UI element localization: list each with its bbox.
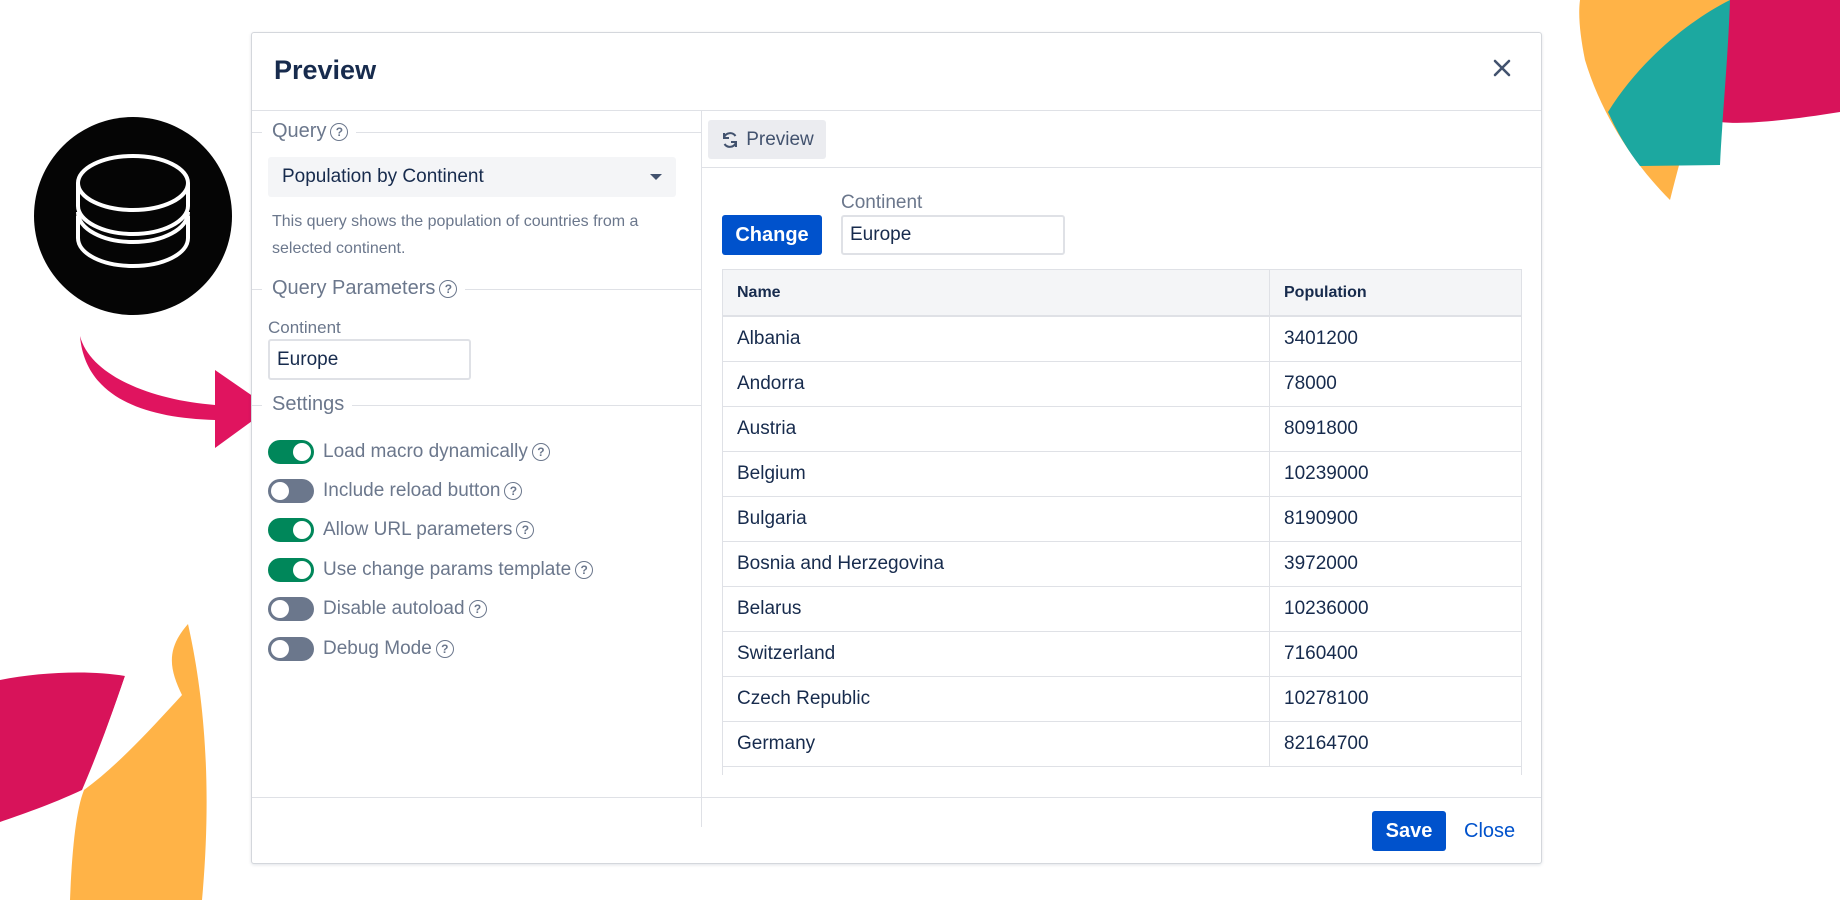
preview-button-label: Preview (746, 128, 814, 150)
cell-population: 10278100 (1269, 676, 1521, 722)
column-header-name[interactable]: Name (723, 270, 1270, 317)
setting-load-macro-dynamically: Load macro dynamically ? (268, 438, 550, 466)
close-icon[interactable] (1489, 55, 1515, 81)
toggle-load-macro-dynamically[interactable] (268, 440, 314, 464)
table-row: Andorra 78000 (723, 361, 1521, 407)
settings-legend-label: Settings (272, 393, 345, 415)
query-parameters-legend-label: Query Parameters (272, 277, 436, 299)
continent-param-label: Continent (268, 318, 341, 337)
continent-filter-label: Continent (841, 192, 923, 213)
save-button[interactable]: Save (1372, 811, 1446, 851)
query-description: This query shows the population of count… (272, 213, 639, 257)
setting-include-reload-button: Include reload button ? (268, 477, 523, 505)
cell-population: 8190900 (1269, 496, 1521, 542)
toggle-use-change-params-template[interactable] (268, 558, 314, 582)
query-select-value: Population by Continent (282, 166, 484, 187)
table-row: Czech Republic 10278100 (723, 676, 1521, 722)
preview-refresh-button[interactable]: Preview (708, 120, 826, 159)
close-link[interactable]: Close (1464, 811, 1515, 851)
refresh-icon (723, 131, 738, 148)
right-toolbar-divider (701, 167, 1541, 168)
deco-pink-petal-top-right (1720, 0, 1840, 123)
cell-population: 78000 (1269, 361, 1521, 407)
cell-name: Belarus (723, 586, 1270, 632)
column-header-population[interactable]: Population (1269, 270, 1521, 317)
footer-divider (252, 797, 1541, 798)
cell-population: 10239000 (1269, 451, 1521, 497)
toggle-knob (271, 482, 289, 500)
table-row: Germany 82164700 (723, 721, 1521, 767)
cell-name: Bulgaria (723, 496, 1270, 542)
setting-use-change-params-template: Use change params template ? (268, 556, 594, 584)
table-header-row: Name Population (723, 270, 1521, 317)
change-button[interactable]: Change (722, 215, 822, 255)
toggle-knob (293, 561, 311, 579)
results-table: Name Population Albania 3401200 Andorra 78… (722, 269, 1522, 775)
cell-name: Bosnia and Herzegovina (723, 541, 1270, 587)
continent-filter-input[interactable]: Europe (841, 215, 1065, 255)
table-row: Belarus 10236000 (723, 586, 1521, 632)
toggle-knob (271, 640, 289, 658)
cell-population: 8091800 (1269, 406, 1521, 452)
table-row: Bosnia and Herzegovina 3972000 (723, 541, 1521, 587)
chevron-down-icon (650, 174, 662, 180)
table-row: Albania 3401200 (723, 316, 1521, 362)
setting-label: Load macro dynamically (323, 441, 528, 462)
query-parameters-legend: Query Parameters ? (262, 277, 466, 300)
toggle-include-reload-button[interactable] (268, 479, 314, 503)
cell-population: 10236000 (1269, 586, 1521, 632)
continent-param-input[interactable]: Europe (268, 339, 471, 380)
setting-label: Allow URL parameters (323, 519, 513, 540)
query-select[interactable]: Population by Continent (268, 157, 676, 197)
settings-legend: Settings (262, 393, 353, 416)
help-icon[interactable]: ? (468, 600, 487, 618)
help-icon[interactable]: ? (531, 443, 550, 461)
help-icon[interactable]: ? (439, 279, 458, 298)
cell-name: Belgium (723, 451, 1270, 497)
setting-disable-autoload: Disable autoload ? (268, 595, 487, 623)
cell-name: Albania (723, 316, 1270, 362)
setting-allow-url-parameters: Allow URL parameters ? (268, 516, 535, 544)
table-row: Belgium 10239000 (723, 451, 1521, 497)
cell-name: Austria (723, 406, 1270, 452)
cell-name: Germany (723, 721, 1270, 767)
toggle-debug-mode[interactable] (268, 637, 314, 661)
setting-label: Use change params template (323, 559, 572, 580)
cell-population: 82164700 (1269, 721, 1521, 767)
help-icon[interactable]: ? (330, 122, 349, 141)
toggle-knob (293, 443, 311, 461)
database-logo-disc (34, 117, 232, 315)
cell-name: Czech Republic (723, 676, 1270, 722)
cell-name: Switzerland (723, 631, 1270, 677)
table-row: Austria 8091800 (723, 406, 1521, 452)
toggle-allow-url-parameters[interactable] (268, 518, 314, 542)
cell-population: 7160400 (1269, 631, 1521, 677)
header-divider (252, 110, 1541, 111)
help-icon[interactable]: ? (516, 521, 535, 539)
toggle-knob (293, 521, 311, 539)
cell-name: Andorra (723, 361, 1270, 407)
help-icon[interactable]: ? (504, 482, 523, 500)
preview-dialog: Preview Query ? Population by Continent … (251, 32, 1542, 864)
help-icon[interactable]: ? (575, 561, 594, 579)
table-row: Switzerland 7160400 (723, 631, 1521, 677)
toggle-disable-autoload[interactable] (268, 597, 314, 621)
setting-label: Include reload button (323, 480, 501, 501)
pane-divider (701, 110, 702, 827)
pointer-arrow (80, 336, 270, 448)
setting-debug-mode: Debug Mode ? (268, 635, 454, 663)
toggle-knob (271, 600, 289, 618)
table-row: Bulgaria 8190900 (723, 496, 1521, 542)
dialog-title: Preview (274, 55, 377, 85)
cell-population: 3972000 (1269, 541, 1521, 587)
query-legend: Query ? (262, 120, 357, 143)
setting-label: Debug Mode (323, 638, 432, 659)
help-icon[interactable]: ? (435, 640, 454, 658)
query-legend-label: Query (272, 120, 327, 142)
cell-population: 3401200 (1269, 316, 1521, 362)
setting-label: Disable autoload (323, 598, 465, 619)
